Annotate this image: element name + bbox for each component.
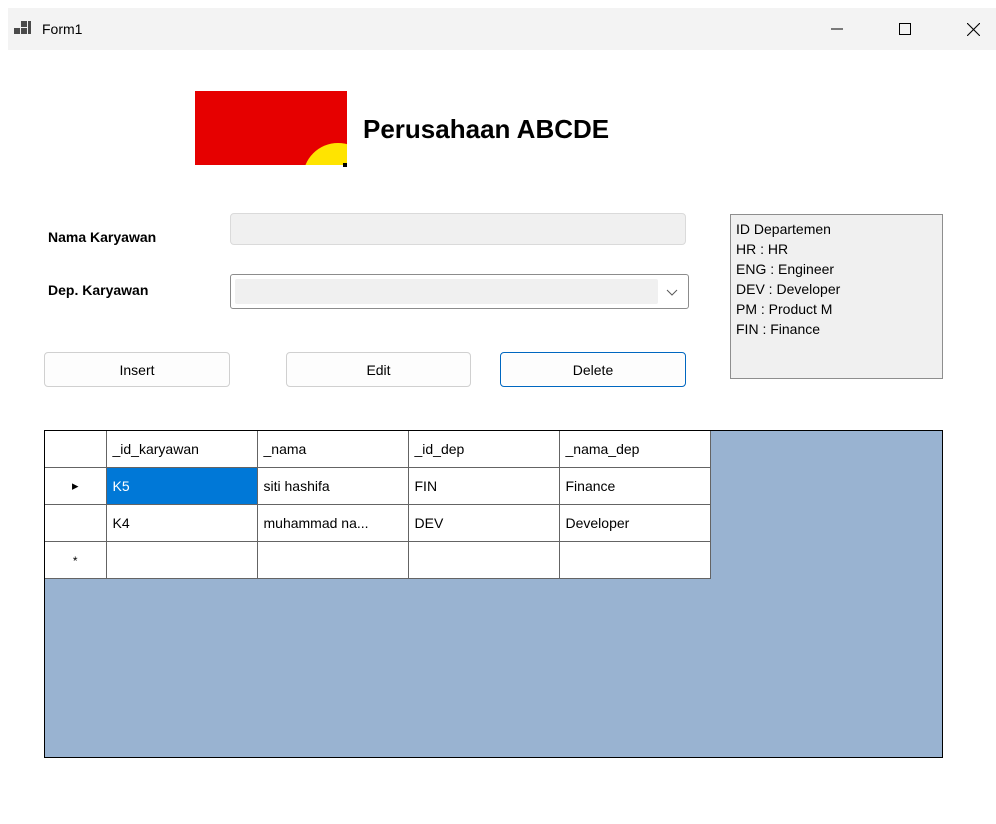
- table-row[interactable]: K4 muhammad na... DEV Developer: [45, 503, 711, 542]
- table-cell[interactable]: muhammad na...: [256, 503, 409, 542]
- table-row[interactable]: ▸ K5 siti hashifa FIN Finance: [45, 466, 711, 505]
- app-icon: [14, 21, 31, 36]
- company-logo: [195, 91, 347, 167]
- close-icon: [966, 22, 980, 36]
- column-header[interactable]: _nama_dep: [558, 431, 711, 468]
- current-row-arrow-icon: ▸: [71, 478, 79, 493]
- departemen-info-line: PM : Product M: [736, 301, 833, 317]
- new-row[interactable]: *: [45, 540, 711, 579]
- maximize-icon: [899, 23, 911, 35]
- row-header-current[interactable]: ▸: [45, 466, 107, 505]
- table-cell-selected[interactable]: K5: [105, 466, 258, 505]
- column-header[interactable]: _id_karyawan: [105, 431, 258, 468]
- departemen-info-line: FIN : Finance: [736, 321, 821, 337]
- nama-karyawan-label: Nama Karyawan: [48, 229, 157, 245]
- new-row-asterisk-icon: *: [72, 553, 78, 568]
- maximize-button[interactable]: [882, 8, 928, 50]
- table-header-row: _id_karyawan _nama _id_dep _nama_dep: [45, 431, 711, 468]
- table-cell[interactable]: [256, 540, 409, 579]
- table-cell[interactable]: [105, 540, 258, 579]
- row-header[interactable]: [45, 503, 107, 542]
- logo-sun: [303, 143, 347, 167]
- table-cell[interactable]: Developer: [558, 503, 711, 542]
- edit-button[interactable]: Edit: [286, 352, 471, 387]
- window-title: Form1: [42, 21, 83, 37]
- minimize-icon: [831, 28, 843, 30]
- company-title: Perusahaan ABCDE: [363, 114, 610, 144]
- minimize-button[interactable]: [814, 8, 860, 50]
- corner-header-cell[interactable]: [45, 431, 107, 468]
- main-window: Form1 Perusahaan ABCDE Nama Karyawan Dep…: [8, 8, 996, 816]
- karyawan-data-grid[interactable]: _id_karyawan _nama _id_dep _nama_dep ▸ K…: [44, 430, 943, 758]
- departemen-info-line: HR : HR: [736, 241, 789, 257]
- departemen-info-line: ENG : Engineer: [736, 261, 835, 277]
- chevron-down-icon[interactable]: [664, 284, 680, 300]
- table-cell[interactable]: DEV: [407, 503, 560, 542]
- departemen-info-line: ID Departemen: [736, 221, 831, 237]
- dep-karyawan-dropdown[interactable]: [230, 274, 689, 309]
- table-cell[interactable]: siti hashifa: [256, 466, 409, 505]
- column-header[interactable]: _id_dep: [407, 431, 560, 468]
- karyawan-table: _id_karyawan _nama _id_dep _nama_dep ▸ K…: [45, 431, 711, 579]
- table-cell[interactable]: K4: [105, 503, 258, 542]
- new-row-marker[interactable]: *: [45, 540, 107, 579]
- close-button[interactable]: [950, 8, 996, 50]
- dep-karyawan-label: Dep. Karyawan: [48, 282, 149, 298]
- table-cell[interactable]: [558, 540, 711, 579]
- table-cell[interactable]: Finance: [558, 466, 711, 505]
- column-header[interactable]: _nama: [256, 431, 409, 468]
- departemen-info-box: ID Departemen HR : HR ENG : Engineer DEV…: [730, 214, 943, 379]
- dep-karyawan-value: [235, 279, 658, 304]
- insert-button[interactable]: Insert: [44, 352, 230, 387]
- departemen-info-line: DEV : Developer: [736, 281, 841, 297]
- delete-button[interactable]: Delete: [500, 352, 686, 387]
- nama-karyawan-input[interactable]: [230, 213, 686, 245]
- title-bar[interactable]: Form1: [8, 8, 996, 50]
- table-cell[interactable]: [407, 540, 560, 579]
- table-cell[interactable]: FIN: [407, 466, 560, 505]
